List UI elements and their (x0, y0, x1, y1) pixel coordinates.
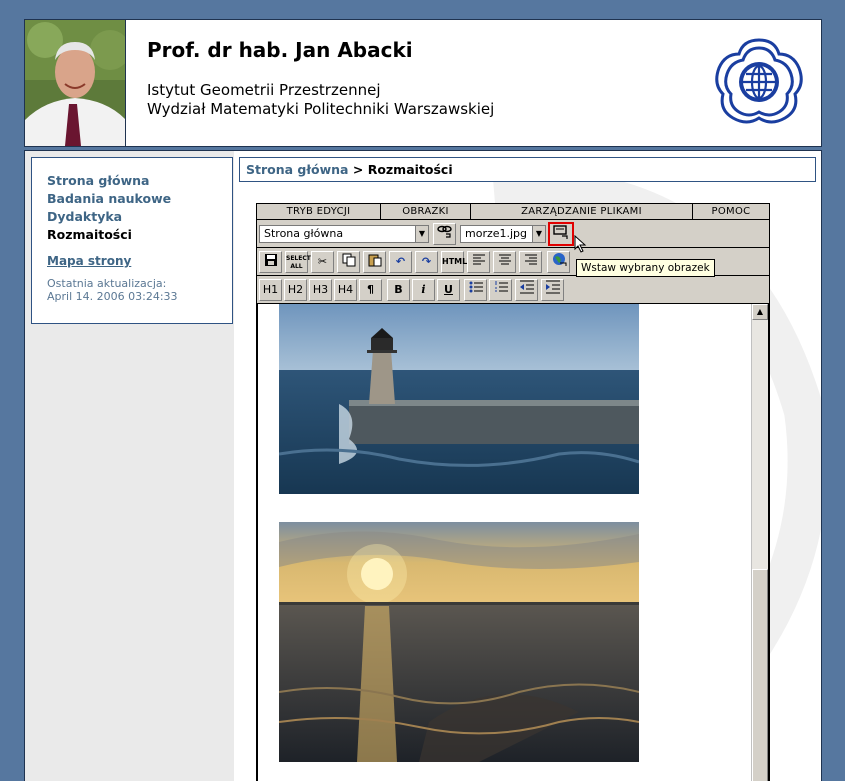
sidebar: Strona główna Badania naukowe Dydaktyka … (25, 151, 234, 781)
outdent-icon (519, 280, 534, 294)
align-left-button[interactable] (467, 251, 490, 273)
institute-line: Istytut Geometrii Przestrzennej (147, 81, 381, 99)
link-icon (436, 225, 452, 238)
paragraph-button[interactable]: ¶ (359, 279, 382, 301)
faculty-line: Wydział Matematyki Politechniki Warszaws… (147, 100, 495, 118)
bold-button[interactable]: B (387, 279, 410, 301)
underline-button[interactable]: U (437, 279, 460, 301)
insert-image-button[interactable] (548, 222, 574, 246)
menu-help[interactable]: POMOC (693, 204, 769, 219)
nav-menu: Strona główna Badania naukowe Dydaktyka … (31, 157, 233, 324)
copy-button[interactable] (337, 251, 360, 273)
align-left-icon (472, 254, 485, 265)
insert-image-icon (553, 225, 568, 239)
last-update-value: April 14. 2006 03:24:33 (47, 290, 178, 303)
insert-image-tooltip: Wstaw wybrany obrazek (576, 259, 715, 277)
profile-photo (25, 20, 126, 146)
breadcrumb-home-link[interactable]: Strona główna (246, 162, 348, 177)
menu-file-management[interactable]: ZARZĄDZANIE PLIKAMI (471, 204, 693, 219)
image-select[interactable]: morze1.jpg ▼ (460, 225, 546, 243)
editor-scrollbar[interactable]: ▲ (751, 304, 768, 781)
menu-edit-mode[interactable]: TRYB EDYCJI (257, 204, 381, 219)
image-select-value: morze1.jpg (465, 227, 528, 240)
sunset-sea-image (279, 522, 639, 762)
heading-3-button[interactable]: H3 (309, 279, 332, 301)
sidebar-item-teaching[interactable]: Dydaktyka (47, 208, 217, 226)
indent-button[interactable] (541, 279, 564, 301)
undo-button[interactable]: ↶ (389, 251, 412, 273)
sidebar-item-miscellany[interactable]: Rozmaitości (47, 226, 217, 244)
last-update-label: Ostatnia aktualizacja: (47, 277, 167, 290)
page-select-value: Strona główna (264, 227, 344, 240)
scrollbar-thumb[interactable] (752, 569, 768, 781)
bullet-list-icon (469, 281, 483, 293)
cut-button[interactable]: ✂ (311, 251, 334, 273)
align-right-button[interactable] (519, 251, 542, 273)
heading-4-button[interactable]: H4 (334, 279, 357, 301)
page-header: Prof. dr hab. Jan Abacki Istytut Geometr… (24, 19, 822, 147)
lighthouse-image (279, 304, 639, 494)
breadcrumb: Strona główna > Rozmaitości (239, 157, 816, 182)
save-button[interactable] (259, 251, 282, 273)
sidebar-item-home[interactable]: Strona główna (47, 172, 217, 190)
scroll-up-arrow-icon[interactable]: ▲ (752, 304, 768, 320)
last-update: Ostatnia aktualizacja: April 14. 2006 03… (47, 277, 217, 303)
numbered-list-button[interactable] (489, 279, 512, 301)
main-container: Strona główna Badania naukowe Dydaktyka … (24, 150, 822, 781)
menu-images[interactable]: OBRAZKI (381, 204, 471, 219)
html-source-button[interactable]: HTML (441, 251, 467, 273)
toolbar-row-3: H1 H2 H3 H4 ¶ B i U (256, 276, 770, 304)
paste-button[interactable] (363, 251, 386, 273)
sidebar-item-research[interactable]: Badania naukowe (47, 190, 217, 208)
bullet-list-button[interactable] (464, 279, 487, 301)
breadcrumb-current: Rozmaitości (367, 162, 453, 177)
italic-button[interactable]: i (412, 279, 435, 301)
select-all-button[interactable]: SELECT ALL (285, 251, 311, 273)
align-center-button[interactable] (493, 251, 516, 273)
toolbar-row-1: Strona główna ▼ morze1.jpg ▼ (256, 220, 770, 248)
globe-icon (552, 253, 566, 266)
editor-menubar: TRYB EDYCJI OBRAZKI ZARZĄDZANIE PLIKAMI … (256, 203, 770, 220)
undo-icon: ↶ (395, 255, 406, 268)
chevron-down-icon: ▼ (532, 226, 545, 242)
align-center-icon (498, 254, 511, 265)
insert-hyperlink-button[interactable] (547, 251, 570, 273)
align-right-icon (524, 254, 537, 265)
mouse-cursor-icon (574, 235, 587, 253)
university-logo-icon (715, 38, 803, 124)
insert-link-button[interactable] (433, 223, 456, 245)
page-select[interactable]: Strona główna ▼ (259, 225, 429, 243)
indent-icon (545, 280, 560, 294)
editor-content-area[interactable]: ▲ (256, 304, 770, 781)
heading-2-button[interactable]: H2 (284, 279, 307, 301)
wysiwyg-editor: TRYB EDYCJI OBRAZKI ZARZĄDZANIE PLIKAMI … (256, 203, 770, 781)
redo-icon: ↷ (421, 255, 432, 268)
breadcrumb-separator: > (352, 162, 364, 177)
paste-icon (368, 254, 381, 267)
chevron-down-icon: ▼ (415, 226, 428, 242)
institute-info: Istytut Geometrii Przestrzennej Wydział … (147, 81, 494, 119)
scissors-icon: ✂ (317, 255, 328, 268)
heading-1-button[interactable]: H1 (259, 279, 282, 301)
copy-icon (342, 253, 355, 267)
numbered-list-icon (494, 281, 508, 292)
page-title: Prof. dr hab. Jan Abacki (147, 38, 413, 62)
content-area: Strona główna > Rozmaitości TRYB EDYCJI … (234, 151, 821, 781)
save-icon (264, 254, 277, 266)
sitemap-link[interactable]: Mapa strony (47, 254, 217, 268)
redo-button[interactable]: ↷ (415, 251, 438, 273)
outdent-button[interactable] (515, 279, 538, 301)
